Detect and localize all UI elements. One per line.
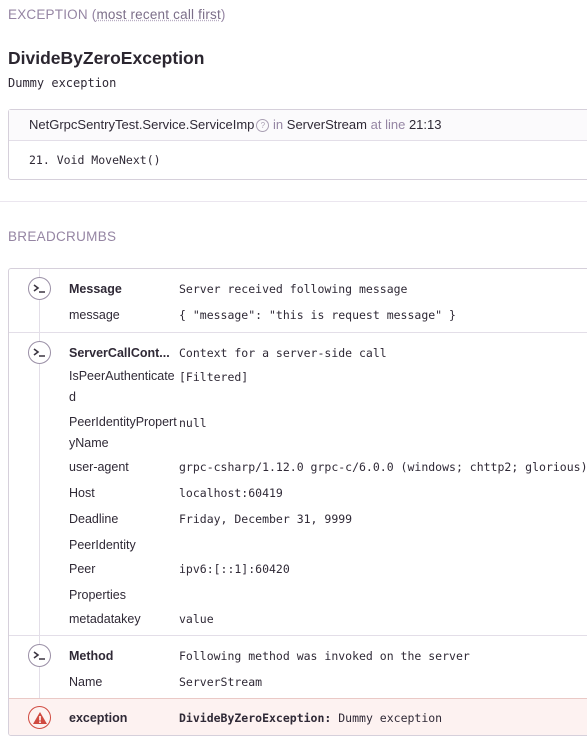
- chevron-terminal-icon: [28, 341, 51, 364]
- breadcrumb-data-key: PeerIdentityPropertyName: [69, 415, 177, 450]
- info-icon[interactable]: ?: [256, 119, 270, 132]
- breadcrumb-data-value: Friday, December 31, 9999: [179, 512, 353, 526]
- exception-value: Dummy exception: [8, 76, 117, 90]
- breadcrumbs-list: Message Server received following messag…: [8, 268, 587, 736]
- chevron-terminal-icon: [28, 644, 51, 667]
- exception-crumb-value: Dummy exception: [331, 711, 443, 725]
- breadcrumb-data-key: Peer: [69, 562, 96, 576]
- breadcrumb-data-key: IsPeerAuthenticated: [69, 369, 175, 404]
- breadcrumb-data-key: Deadline: [69, 512, 119, 526]
- breadcrumb-data-value: value: [179, 612, 214, 626]
- exception-header-label: Exception: [8, 7, 88, 22]
- breadcrumb-data-key: Properties: [69, 588, 126, 602]
- stack-frame-title: NetGrpcSentryTest.Service.ServiceImp? in…: [29, 117, 441, 132]
- breadcrumb-data-value: localhost:60419: [179, 486, 283, 500]
- breadcrumb-category: Method: [69, 649, 114, 663]
- breadcrumb-data-key: metadatakey: [69, 612, 141, 626]
- breadcrumbs-title: BREADCRUMBS: [8, 229, 117, 244]
- breadcrumb-item-exception: exception DivideByZeroException: Dummy e…: [9, 698, 587, 735]
- frame-at-line-text: at line: [370, 117, 406, 132]
- breadcrumb-message: Context for a server-side call: [179, 346, 387, 360]
- breadcrumb-data-key: Name: [69, 675, 103, 689]
- breadcrumb-item: Method Following method was invoked on t…: [9, 635, 587, 699]
- breadcrumb-category: ServerCallCont...: [69, 346, 170, 360]
- exception-crumb-type: DivideByZeroException:: [179, 711, 332, 725]
- breadcrumb-item: ServerCallCont... Context for a server-s…: [9, 332, 587, 636]
- chevron-terminal-icon: [28, 277, 51, 300]
- section-divider: [0, 201, 587, 202]
- breadcrumb-data-key: PeerIdentity: [69, 538, 136, 552]
- frame-method: ServerStream: [286, 117, 367, 132]
- breadcrumb-data-key: message: [69, 308, 120, 322]
- breadcrumb-data-value: ipv6:[::1]:60420: [179, 562, 290, 576]
- frame-code-line: 21. Void MoveNext(): [29, 153, 161, 167]
- breadcrumb-data-value: [Filtered]: [179, 370, 249, 384]
- stack-frame-header[interactable]: NetGrpcSentryTest.Service.ServiceImp? in…: [9, 110, 587, 141]
- breadcrumb-data-value: grpc-csharp/1.12.0 grpc-c/6.0.0 (windows…: [179, 460, 587, 474]
- exception-type: DivideByZeroException: [8, 48, 205, 68]
- breadcrumb-message: Following method was invoked on the serv…: [179, 649, 470, 663]
- warning-icon: [28, 706, 51, 729]
- stack-order-toggle[interactable]: most recent call first: [96, 7, 220, 22]
- breadcrumb-category: exception: [69, 711, 128, 725]
- breadcrumb-message: Server received following message: [179, 282, 408, 296]
- breadcrumb-data-key: Host: [69, 486, 95, 500]
- breadcrumb-category: Message: [69, 282, 122, 296]
- breadcrumb-data-value: ServerStream: [179, 675, 263, 689]
- breadcrumb-item: Message Server received following messag…: [9, 269, 587, 332]
- breadcrumb-message: DivideByZeroException: Dummy exception: [179, 711, 442, 725]
- breadcrumb-data-value: { "message": "this is request message" }: [179, 308, 456, 322]
- breadcrumb-data-value: null: [179, 416, 207, 430]
- stack-frame[interactable]: NetGrpcSentryTest.Service.ServiceImp? in…: [8, 109, 587, 180]
- breadcrumb-data-key: user-agent: [69, 460, 129, 474]
- exception-header: Exception (most recent call first): [8, 7, 226, 22]
- frame-in-text: in: [273, 117, 284, 132]
- frame-function: NetGrpcSentryTest.Service.ServiceImp: [29, 117, 255, 132]
- frame-line-number: 21:13: [408, 117, 442, 132]
